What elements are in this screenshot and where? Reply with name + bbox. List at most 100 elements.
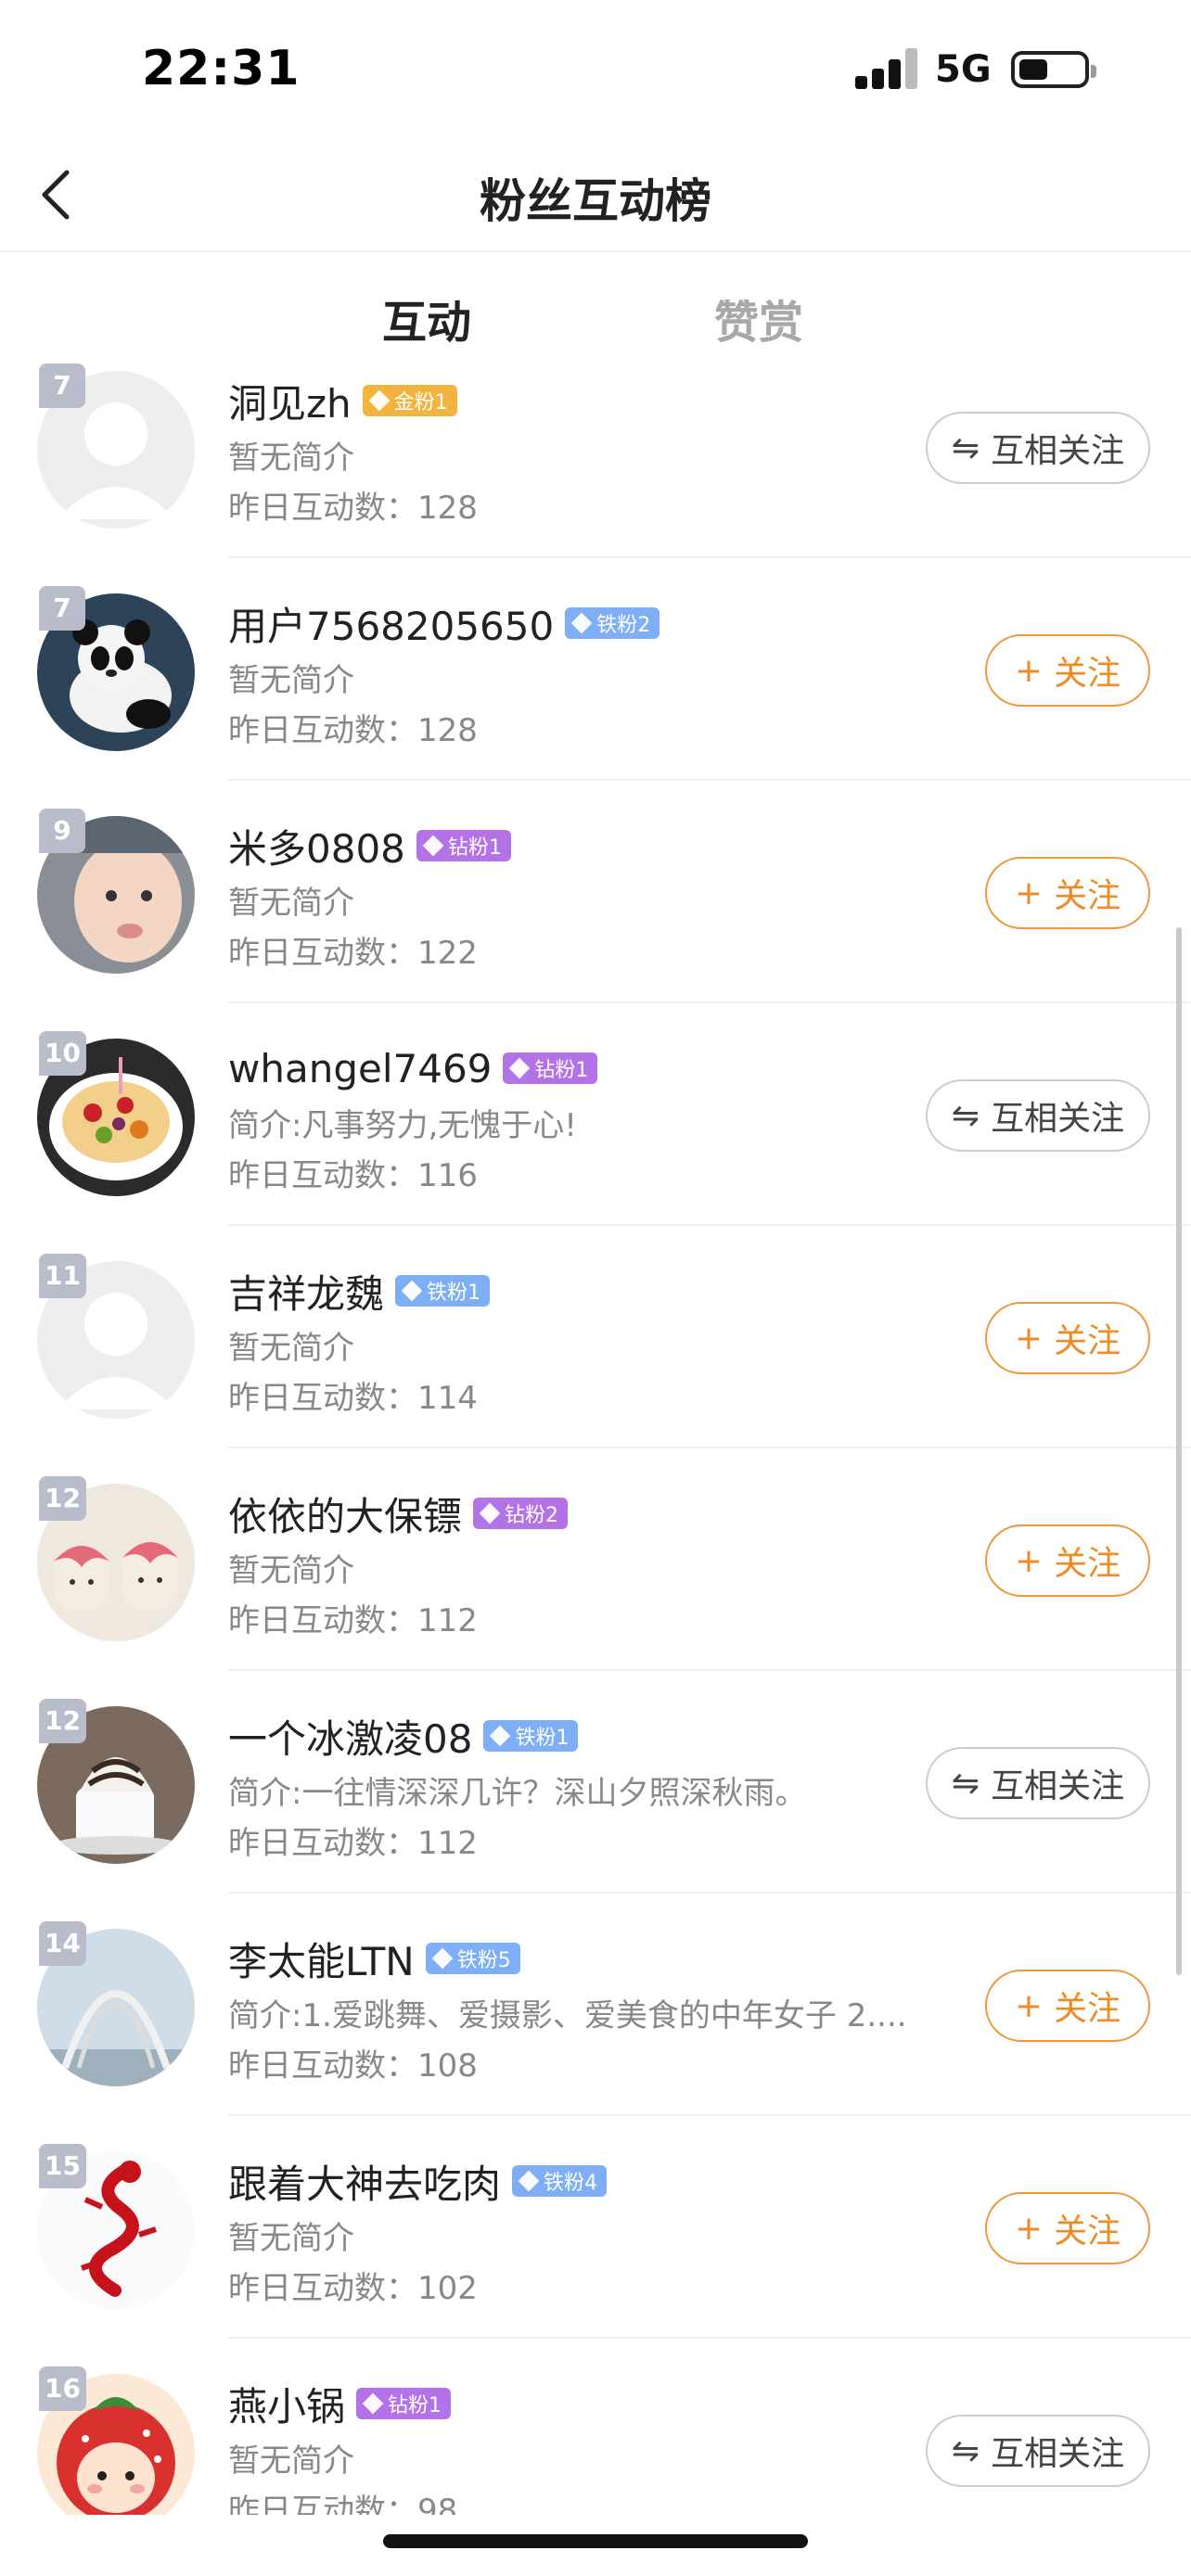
- list-item[interactable]: 9 米多0808 钻粉1 暂无简介昨日互动数：122 + 关注: [0, 781, 1191, 1003]
- rank-badge: 11: [39, 1254, 86, 1298]
- fan-level-badge: 钻粉1: [356, 2388, 452, 2419]
- network-type: 5G: [935, 48, 992, 91]
- interaction-count: 昨日互动数：108: [228, 2047, 478, 2085]
- name-line: 依依的大保镖 钻粉2: [228, 1486, 569, 1542]
- fan-level-badge: 铁粉1: [395, 1275, 491, 1307]
- fan-level-label: 钻粉1: [447, 836, 502, 860]
- fan-level-badge: 铁粉1: [483, 1720, 579, 1752]
- fan-level-label: 钻粉2: [505, 1504, 559, 1527]
- list-item[interactable]: 15 跟着大神去吃肉 铁粉4 暂无简介 昨日互动数：102 + 关注: [0, 2116, 1191, 2339]
- interaction-count: 昨日互动数：102: [228, 2270, 478, 2307]
- swap-arrows-icon: ⇋: [951, 2431, 980, 2470]
- mutual-follow-button[interactable]: ⇋ 互相关注: [926, 1747, 1150, 1819]
- fan-level-badge: 金粉1: [362, 385, 457, 416]
- fan-level-label: 钻粉1: [534, 1059, 589, 1082]
- user-bio: 暂无简介: [228, 2442, 354, 2480]
- mutual-follow-button[interactable]: ⇋ 互相关注: [926, 412, 1150, 484]
- fan-list[interactable]: 7 洞见zh 金粉1 暂无简介 昨日互动数：128 ⇋ 互相关注 7 用户7568205650 铁…: [0, 363, 1191, 2515]
- tab-reward[interactable]: 赞赏: [714, 286, 803, 351]
- battery-icon: [1011, 51, 1096, 88]
- user-name[interactable]: 洞见zh: [228, 373, 352, 429]
- home-indicator[interactable]: [383, 2534, 808, 2548]
- diamond-icon: [431, 1947, 454, 1970]
- nav-bar: 粉丝互动榜: [0, 139, 1191, 252]
- button-label: 关注: [1054, 655, 1121, 693]
- list-item[interactable]: 11 吉祥龙魏 铁粉1 暂无简介昨日互动数：114 + 关注: [0, 1226, 1191, 1448]
- fan-level-badge: 钻粉1: [416, 830, 511, 861]
- swap-arrows-icon: ⇋: [951, 1764, 980, 1803]
- list-item[interactable]: 7 用户7568205650 铁粉2 暂无简介 昨日互动数：128 + 关注: [0, 558, 1191, 781]
- page-title: 粉丝互动榜: [480, 174, 711, 228]
- user-name[interactable]: 用户7568205650: [228, 595, 554, 652]
- rank-badge: 16: [39, 2366, 86, 2411]
- user-bio: 暂无简介: [228, 885, 354, 922]
- follow-button[interactable]: + 关注: [985, 1970, 1150, 2042]
- button-label: 关注: [1054, 1545, 1121, 1583]
- tab-interaction[interactable]: 互动: [382, 286, 471, 351]
- follow-button[interactable]: + 关注: [985, 857, 1150, 929]
- mutual-follow-button[interactable]: ⇋ 互相关注: [926, 1079, 1150, 1152]
- rank-badge: 7: [39, 586, 85, 631]
- plus-icon: +: [1014, 1319, 1044, 1358]
- follow-button[interactable]: + 关注: [985, 2192, 1150, 2264]
- user-name[interactable]: 米多0808: [228, 818, 405, 874]
- user-name[interactable]: 燕小锅: [228, 2376, 345, 2432]
- diamond-icon: [479, 1502, 501, 1524]
- rank-badge: 9: [39, 809, 85, 853]
- user-name[interactable]: 一个冰激凌08: [228, 1708, 472, 1765]
- follow-button[interactable]: + 关注: [985, 1302, 1150, 1374]
- user-bio: 暂无简介: [228, 440, 354, 477]
- diamond-icon: [401, 1280, 423, 1302]
- list-item[interactable]: 10 whangel7469 钻粉1 简介:凡事努力,无愧于心! 昨日互动数：116 ⇋ 互…: [0, 1003, 1191, 1226]
- status-bar: 22:31 5G: [0, 0, 1191, 139]
- name-line: whangel7469 钻粉1: [228, 1042, 598, 1094]
- diamond-icon: [509, 1057, 531, 1079]
- fan-level-label: 铁粉5: [456, 1949, 511, 1972]
- fan-level-badge: 铁粉5: [425, 1943, 520, 1974]
- button-label: 关注: [1054, 877, 1121, 915]
- name-line: 跟着大神去吃肉 铁粉4: [228, 2153, 608, 2210]
- tab-bar: 互动 赞赏: [0, 252, 1191, 363]
- name-line: 吉祥龙魏 铁粉1: [228, 1263, 491, 1320]
- scrollbar[interactable]: [1176, 927, 1182, 1975]
- rank-badge: 7: [39, 363, 85, 408]
- fan-level-label: 铁粉4: [544, 2172, 598, 2195]
- interaction-count: 昨日互动数：122: [228, 935, 478, 972]
- follow-button[interactable]: + 关注: [985, 1524, 1150, 1597]
- interaction-count: 昨日互动数：112: [228, 1825, 478, 1862]
- fan-level-badge: 铁粉4: [512, 2165, 608, 2197]
- fan-level-badge: 钻粉2: [473, 1498, 569, 1529]
- user-name[interactable]: 吉祥龙魏: [228, 1263, 384, 1320]
- name-line: 米多0808 钻粉1: [228, 820, 511, 872]
- follow-button[interactable]: + 关注: [985, 634, 1150, 707]
- button-label: 关注: [1054, 2213, 1121, 2251]
- user-bio: 简介:1.爱跳舞、爱摄影、爱美食的中年女子 2....: [228, 1997, 907, 2034]
- user-name[interactable]: whangel7469: [228, 1046, 492, 1091]
- list-item[interactable]: 12 一个冰激凌08 铁粉1 简介:一往情深深几许？深山夕照深秋雨。 昨日互动数：112…: [0, 1671, 1191, 1894]
- button-label: 互相关注: [991, 1100, 1125, 1138]
- rank-badge: 14: [39, 1921, 86, 1966]
- name-line: 一个冰激凌08 铁粉1: [228, 1708, 579, 1765]
- list-item[interactable]: 16 燕小锅 钻粉1 暂无简介 昨日互动数：98 ⇋ 互相关注: [0, 2339, 1191, 2515]
- user-name[interactable]: 跟着大神去吃肉: [228, 2153, 501, 2210]
- swap-arrows-icon: ⇋: [951, 1096, 980, 1135]
- name-line: 李太能LTN 铁粉5: [228, 1932, 520, 1984]
- status-time: 22:31: [142, 41, 301, 96]
- list-item[interactable]: 12 依依的大保镖 钻粉2 暂无简介 昨日互动数：112 + 关注: [0, 1448, 1191, 1671]
- user-name[interactable]: 依依的大保镖: [228, 1486, 462, 1542]
- user-name[interactable]: 李太能LTN: [228, 1931, 415, 1987]
- signal-icon: [855, 48, 918, 89]
- rank-badge: 10: [39, 1031, 86, 1076]
- user-bio: 暂无简介: [228, 1330, 354, 1367]
- mutual-follow-button[interactable]: ⇋ 互相关注: [926, 2415, 1150, 2487]
- interaction-count: 昨日互动数：116: [228, 1157, 478, 1194]
- plus-icon: +: [1014, 1986, 1044, 2025]
- fan-level-label: 铁粉1: [427, 1282, 481, 1305]
- fan-level-label: 铁粉2: [596, 614, 651, 637]
- list-item[interactable]: 7 洞见zh 金粉1 暂无简介 昨日互动数：128 ⇋ 互相关注: [0, 363, 1191, 558]
- interaction-count: 昨日互动数：114: [228, 1380, 478, 1417]
- button-label: 互相关注: [991, 1767, 1125, 1805]
- list-item[interactable]: 14 李太能LTN 铁粉5 简介:1.爱跳舞、爱摄影、爱美食的中年女子 2.... 昨日…: [0, 1894, 1191, 2116]
- diamond-icon: [368, 389, 390, 412]
- diamond-icon: [570, 612, 593, 634]
